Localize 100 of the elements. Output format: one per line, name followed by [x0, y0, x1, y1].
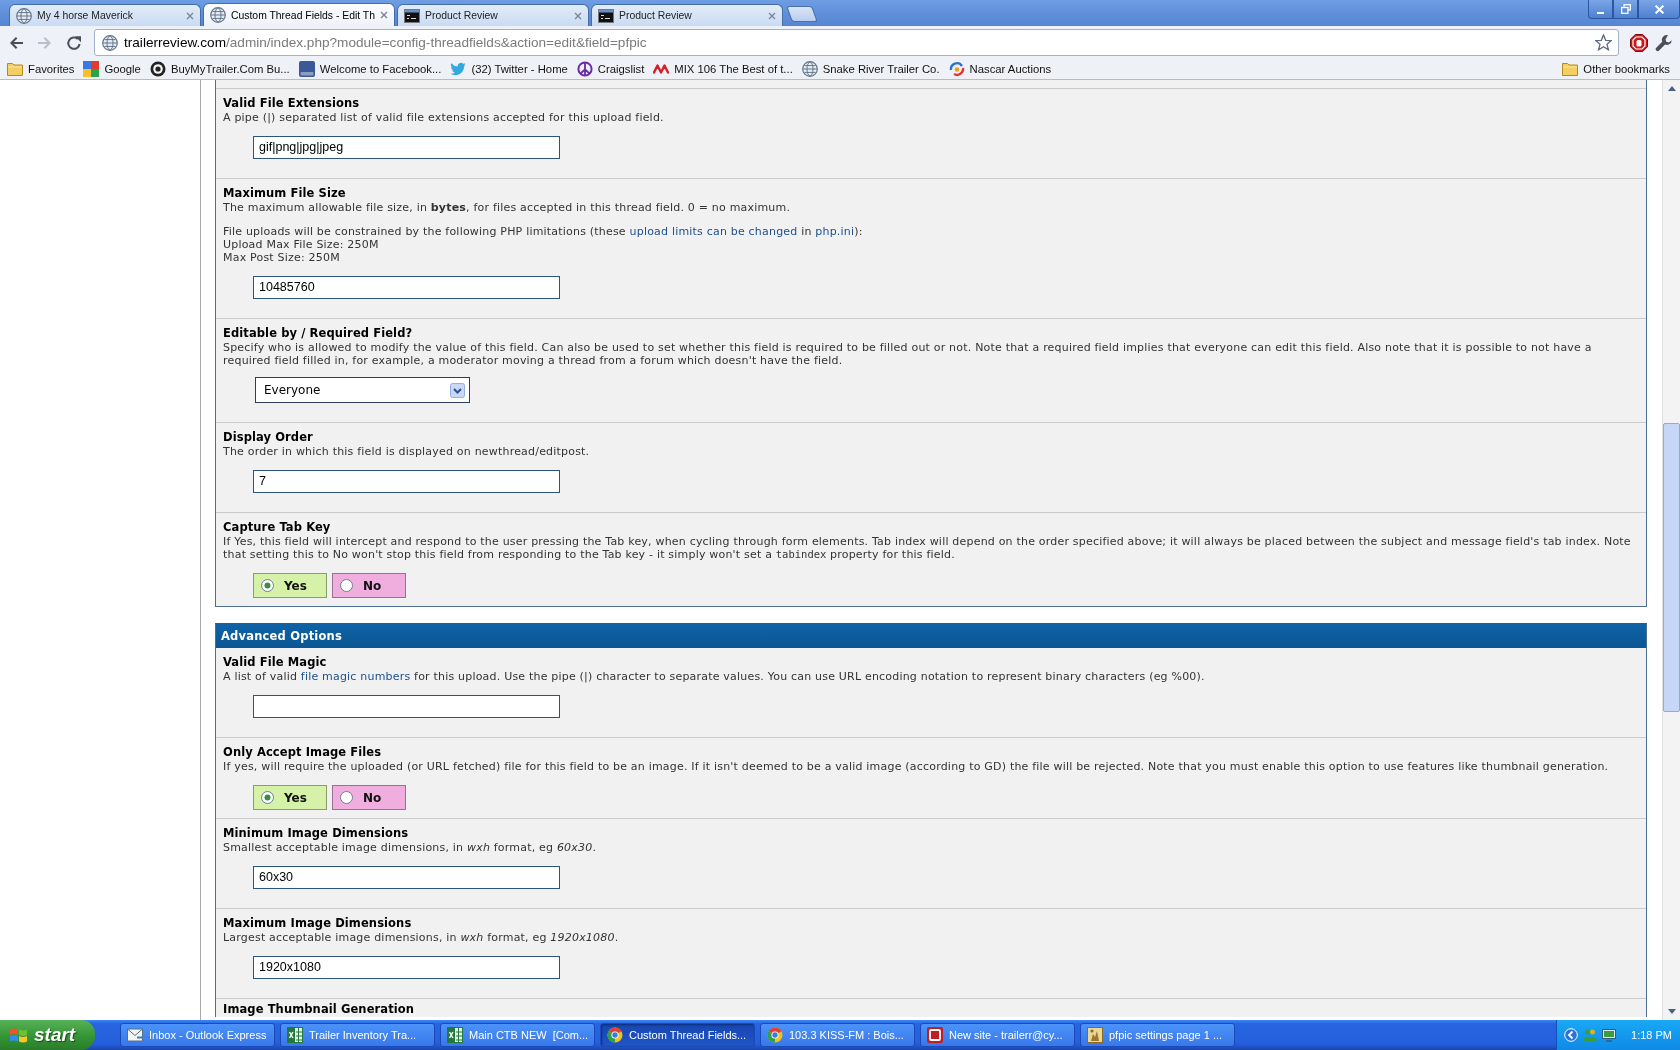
field-title: Maximum File Size	[223, 186, 347, 201]
browser-tab[interactable]: Custom Thread Fields - Edit Th	[203, 3, 395, 26]
close-icon[interactable]	[186, 11, 194, 20]
wrench-icon	[1655, 33, 1673, 52]
globe-icon	[102, 34, 118, 51]
globe-icon	[210, 7, 226, 23]
taskbar-button[interactable]: pfpic settings page 1 ...	[1080, 1023, 1235, 1047]
field-description: Specify who is allowed to modify the value of this field. Can also be used to set whether this field is required to be filled out or not. Note that a required field implies that everyone can edit this field. Also note that it is possible to not have a required field filled in, for example, a moderator moving a thread from a forum which doesn't have the field.	[223, 341, 1593, 367]
field-title: Minimum Image Dimensions	[223, 826, 410, 841]
browser-tab[interactable]: Product Review	[591, 4, 783, 26]
new-tab-button[interactable]	[786, 6, 818, 22]
field-description: A list of valid file magic numbers for this upload. Use the pipe (|) character to separate values. You can use URL encoding notation to represent binary characters (eg %00).	[223, 670, 1206, 683]
restore-button[interactable]	[1613, 0, 1638, 19]
segmented-circle-icon	[767, 1027, 783, 1043]
terminal-icon	[598, 7, 614, 24]
bird-icon	[450, 61, 467, 77]
taskbar-button[interactable]: Main CTB NEW [Com...	[440, 1023, 595, 1047]
section-header: Advanced Options	[216, 624, 1646, 648]
bookmark-item[interactable]: Craigslist	[574, 61, 647, 77]
link[interactable]: php.ini	[815, 225, 855, 238]
link[interactable]: upload limits can be changed	[629, 225, 798, 238]
radio-option[interactable]: Yes	[253, 573, 327, 598]
taskbar-button[interactable]: Custom Thread Fields...	[600, 1023, 755, 1047]
caret-up-icon	[1667, 86, 1676, 91]
field-description: Largest acceptable image dimensions, in wxh format, eg 1920x1080.	[223, 931, 620, 944]
taskbar-button[interactable]: Inbox - Outlook Express	[120, 1023, 275, 1047]
taskbar-button[interactable]: 103.3 KISS-FM : Bois...	[760, 1023, 915, 1047]
radio-icon[interactable]	[340, 791, 353, 804]
field-description: The maximum allowable file size, in bytes, for files accepted in this thread field. 0 = no maximum.	[223, 201, 792, 214]
flag-icon	[9, 1026, 28, 1044]
quadrant-icon	[83, 61, 100, 77]
start-button[interactable]: start	[0, 1020, 95, 1050]
text-input[interactable]: gif|png|jpg|jpeg	[253, 136, 560, 159]
taskbar-button[interactable]: New site - trailerr@cy...	[920, 1023, 1075, 1047]
field-title: Capture Tab Key	[223, 520, 332, 535]
globe-icon	[16, 7, 32, 24]
bookmark-item[interactable]: Snake River Trailer Co.	[799, 61, 942, 77]
close-icon	[1654, 4, 1664, 14]
bookmark-item[interactable]: (32) Twitter - Home	[448, 61, 570, 77]
text-input[interactable]: 1920x1080	[253, 956, 560, 979]
reload-icon	[66, 34, 82, 51]
back-arrow-icon	[8, 34, 24, 51]
field-description: If yes, will require the uploaded (or URL fetched) file for this field to be an image. If it isn't deemed to be a valid image (according to GD) the file will be rejected. Note that you must enable this option to use features like thumbnail generation.	[223, 760, 1610, 773]
swirl-icon	[948, 61, 965, 77]
limit-text: Upload Max File Size: 250M	[223, 238, 380, 251]
field-description: File uploads will be constrained by the following PHP limitations (these upload limits can be changed in php.ini):	[223, 225, 864, 238]
close-icon[interactable]	[380, 11, 388, 19]
radio-icon[interactable]	[340, 579, 353, 592]
browser-tab[interactable]: Product Review	[397, 4, 589, 26]
bookmark-item[interactable]: Favorites	[5, 61, 77, 77]
browser-tab[interactable]: My 4 horse Maverick	[9, 4, 201, 26]
chevron-icon[interactable]	[1564, 1028, 1578, 1042]
bookmark-item[interactable]: MIX 106 The Best of t...	[651, 61, 795, 77]
field-title: Editable by / Required Field?	[223, 326, 414, 341]
terminal-icon	[404, 7, 420, 24]
text-input[interactable]: 60x30	[253, 866, 560, 889]
bookmark-item[interactable]: Welcome to Facebook...	[296, 61, 444, 77]
radio-icon[interactable]	[261, 579, 274, 592]
scrollbar-thumb[interactable]	[1663, 423, 1680, 712]
field-description: The order in which this field is displayed on newthread/editpost.	[223, 445, 591, 458]
bookmark-item[interactable]: Google	[81, 61, 143, 77]
caret-down-icon	[1667, 1009, 1676, 1014]
text-input[interactable]: 10485760	[253, 276, 560, 299]
peace-sign-icon	[576, 61, 593, 77]
zigzag-icon	[653, 61, 670, 77]
link[interactable]: file magic numbers	[300, 670, 411, 683]
minimize-button[interactable]	[1588, 0, 1613, 19]
envelope-icon	[127, 1027, 143, 1043]
stop-sign-icon	[1630, 33, 1648, 52]
text-input[interactable]: 7	[253, 470, 560, 493]
app-tile-icon	[927, 1027, 943, 1043]
segmented-circle-icon	[607, 1027, 623, 1043]
square-logo-icon	[298, 61, 315, 77]
radio-icon[interactable]	[261, 791, 274, 804]
spreadsheet-icon	[287, 1027, 303, 1043]
field-description: If Yes, this field will intercept and respond to the user pressing the Tab key, when cycling through form elements. Tab index will depend on the order specified above; it will always be placed between the subject and message field's tab index. Note that setting this to No won't stop this field from responding to the Tab key - it simply won't set a tabindex property for this field.	[223, 535, 1632, 561]
address-bar[interactable]: trailerreview.com/admin/index.php?module=config-threadfields&action=edit&field=pfpic	[94, 29, 1619, 56]
text-input[interactable]	[253, 695, 560, 718]
folder-icon	[1562, 61, 1579, 77]
star-icon[interactable]	[1595, 34, 1612, 51]
close-icon[interactable]	[768, 11, 776, 20]
dropdown[interactable]: Everyone	[255, 377, 470, 403]
scrollbar-track[interactable]	[1662, 80, 1680, 1020]
extension-button[interactable]	[1628, 31, 1650, 54]
tray-app-icon[interactable]	[1602, 1028, 1616, 1042]
field-description: Smallest acceptable image dimensions, in wxh format, eg 60x30.	[223, 841, 598, 854]
bookmark-folder[interactable]: Other bookmarks	[1560, 61, 1672, 77]
close-button[interactable]	[1638, 0, 1680, 19]
field-title: Maximum Image Dimensions	[223, 916, 413, 931]
restore-icon	[1620, 4, 1631, 14]
field-title: Valid File Magic	[223, 655, 328, 670]
bookmark-item[interactable]: Nascar Auctions	[946, 61, 1054, 77]
radio-option[interactable]: Yes	[253, 785, 327, 810]
close-icon[interactable]	[574, 11, 582, 20]
field-title: Only Accept Image Files	[223, 745, 383, 760]
bookmark-item[interactable]: BuyMyTrailer.Com Bu...	[147, 61, 292, 77]
radio-option[interactable]: No	[332, 785, 406, 810]
taskbar-button[interactable]: Trailer Inventory Tra...	[280, 1023, 435, 1047]
radio-option[interactable]: No	[332, 573, 406, 598]
limit-text: Max Post Size: 250M	[223, 251, 341, 264]
